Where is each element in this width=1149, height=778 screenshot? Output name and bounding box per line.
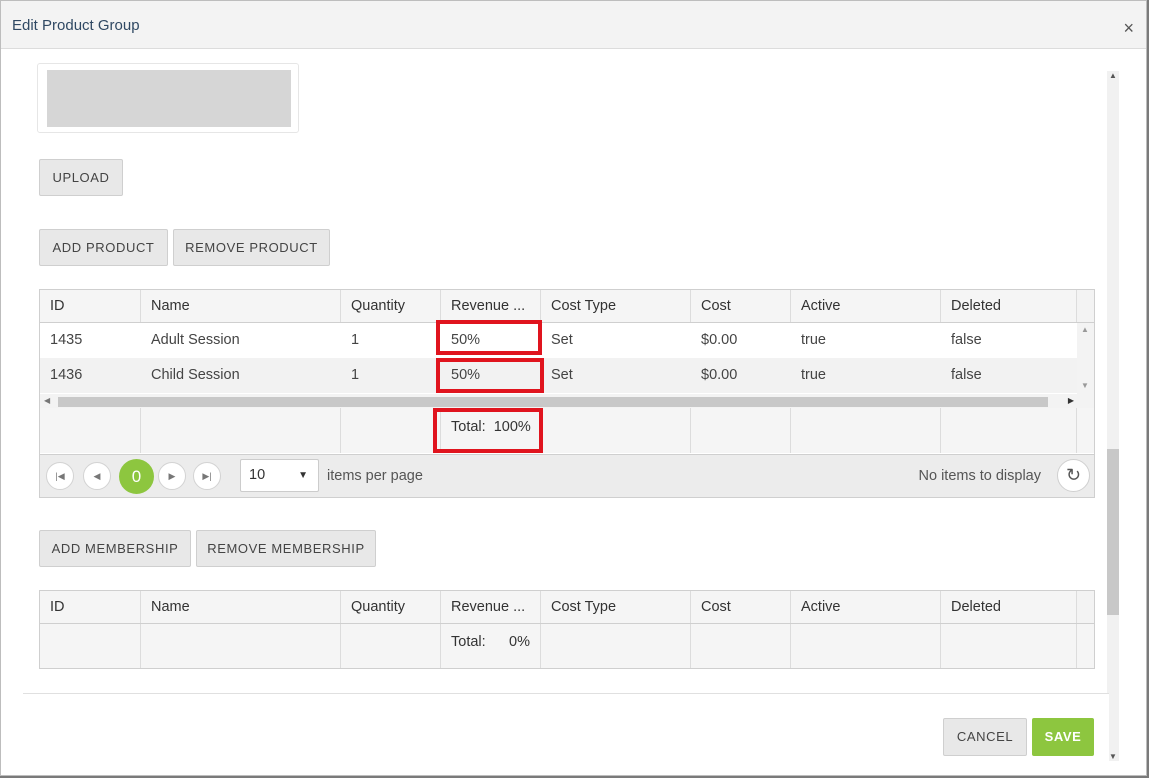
revenue-highlight-box: [436, 358, 544, 393]
items-per-page-label: items per page: [327, 468, 423, 484]
col-header-deleted[interactable]: Deleted: [941, 591, 1077, 623]
col-header-name[interactable]: Name: [141, 591, 341, 623]
horizontal-scroll-thumb[interactable]: [58, 397, 1048, 407]
col-header-name[interactable]: Name: [141, 290, 341, 322]
products-footer-row: Total: 100%: [40, 408, 1094, 453]
first-page-icon[interactable]: |◀: [46, 462, 74, 490]
upload-button[interactable]: UPLOAD: [39, 159, 123, 196]
page-size-select[interactable]: 10 ▼: [240, 459, 319, 492]
col-header-active[interactable]: Active: [791, 591, 941, 623]
memberships-footer-row: Total: 0%: [40, 624, 1094, 668]
footer-cell: [941, 408, 1077, 453]
footer-cell: [40, 408, 141, 453]
col-header-quantity[interactable]: Quantity: [341, 591, 441, 623]
products-pager: |◀ ◀ 0 ▶ ▶| 10 ▼ items per page No items…: [40, 454, 1094, 497]
cell-active: true: [801, 332, 826, 348]
next-page-icon[interactable]: ▶: [158, 462, 186, 490]
total-label: Total:: [451, 634, 486, 650]
col-header-cost-type[interactable]: Cost Type: [541, 591, 691, 623]
cell-name: Child Session: [151, 367, 240, 383]
col-header-active[interactable]: Active: [791, 290, 941, 322]
footer-cell: [691, 408, 791, 453]
total-highlight-box: [433, 408, 543, 453]
image-placeholder: [47, 70, 291, 127]
cell-cost: $0.00: [701, 332, 738, 348]
dialog-title: Edit Product Group: [12, 17, 140, 34]
last-page-icon[interactable]: ▶|: [193, 462, 221, 490]
dialog-scroll-thumb[interactable]: [1107, 449, 1119, 615]
cell-quantity: 1: [351, 332, 360, 348]
footer-cell: [141, 624, 341, 668]
scroll-up-arrow-icon[interactable]: ▲: [1108, 71, 1118, 80]
footer-cell: [541, 624, 691, 668]
header-scroll-gutter: [1077, 591, 1094, 623]
cell-cost-type: Set: [551, 367, 573, 383]
dialog-actions: CANCEL SAVE: [23, 693, 1109, 775]
col-header-quantity[interactable]: Quantity: [341, 290, 441, 322]
horizontal-scrollbar[interactable]: ◀ ▶: [40, 394, 1094, 408]
table-row[interactable]: 1435 Adult Session 1 50% Set $0.00 true …: [40, 323, 1077, 358]
cancel-button[interactable]: CANCEL: [943, 718, 1027, 756]
add-membership-button[interactable]: ADD MEMBERSHIP: [39, 530, 191, 567]
refresh-icon[interactable]: ↻: [1057, 459, 1090, 492]
col-header-cost-type[interactable]: Cost Type: [541, 290, 691, 322]
cell-name: Adult Session: [151, 332, 240, 348]
chevron-down-icon: ▼: [298, 470, 308, 481]
footer-cell: [341, 408, 441, 453]
dialog-titlebar: Edit Product Group ×: [1, 1, 1146, 49]
scroll-right-arrow-icon[interactable]: ▶: [1068, 394, 1074, 408]
pager-status: No items to display: [918, 468, 1042, 484]
table-row[interactable]: 1436 Child Session 1 50% Set $0.00 true …: [40, 358, 1077, 393]
col-header-cost[interactable]: Cost: [691, 290, 791, 322]
footer-cell: [791, 624, 941, 668]
cell-cost-type: Set: [551, 332, 573, 348]
memberships-grid-header: ID Name Quantity Revenue ... Cost Type C…: [40, 591, 1094, 624]
col-header-deleted[interactable]: Deleted: [941, 290, 1077, 322]
cell-active: true: [801, 367, 826, 383]
footer-cell: [541, 408, 691, 453]
current-page-button[interactable]: 0: [119, 459, 154, 494]
remove-membership-button[interactable]: REMOVE MEMBERSHIP: [196, 530, 376, 567]
scroll-down-arrow-icon[interactable]: ▼: [1108, 752, 1118, 761]
scroll-left-arrow-icon[interactable]: ◀: [44, 394, 50, 408]
prev-page-icon[interactable]: ◀: [83, 462, 111, 490]
col-header-cost[interactable]: Cost: [691, 591, 791, 623]
remove-product-button[interactable]: REMOVE PRODUCT: [173, 229, 330, 266]
header-scroll-gutter: [1077, 290, 1094, 322]
footer-cell: [40, 624, 141, 668]
col-header-revenue[interactable]: Revenue ...: [441, 290, 541, 322]
total-value: 0%: [509, 634, 530, 650]
page-size-value: 10: [249, 467, 266, 483]
products-grid-header: ID Name Quantity Revenue ... Cost Type C…: [40, 290, 1094, 323]
image-preview: [37, 63, 299, 133]
cell-id: 1435: [50, 332, 83, 348]
footer-cell: [141, 408, 341, 453]
dialog-vertical-scrollbar[interactable]: ▲ ▼: [1107, 71, 1119, 761]
cell-id: 1436: [50, 367, 83, 383]
dialog-content[interactable]: UPLOAD ADD PRODUCT REMOVE PRODUCT ID Nam…: [1, 49, 1109, 694]
products-grid: ID Name Quantity Revenue ... Cost Type C…: [39, 289, 1095, 498]
cell-cost: $0.00: [701, 367, 738, 383]
col-header-id[interactable]: ID: [40, 290, 141, 322]
cell-deleted: false: [951, 367, 982, 383]
memberships-total-cell: Total: 0%: [441, 624, 541, 668]
edit-product-group-dialog: Edit Product Group × UPLOAD ADD PRODUCT …: [0, 0, 1147, 776]
memberships-grid: ID Name Quantity Revenue ... Cost Type C…: [39, 590, 1095, 669]
col-header-revenue[interactable]: Revenue ...: [441, 591, 541, 623]
scroll-up-arrow-icon[interactable]: ▲: [1081, 325, 1089, 334]
rows-vertical-scrollbar[interactable]: ▲ ▼: [1077, 323, 1094, 394]
footer-cell: [791, 408, 941, 453]
footer-cell: [691, 624, 791, 668]
cell-quantity: 1: [351, 367, 360, 383]
add-product-button[interactable]: ADD PRODUCT: [39, 229, 168, 266]
revenue-highlight-box: [436, 320, 542, 355]
scroll-down-arrow-icon[interactable]: ▼: [1081, 381, 1089, 390]
col-header-id[interactable]: ID: [40, 591, 141, 623]
footer-cell: [341, 624, 441, 668]
cell-deleted: false: [951, 332, 982, 348]
footer-cell: [941, 624, 1077, 668]
save-button[interactable]: SAVE: [1032, 718, 1094, 756]
close-icon[interactable]: ×: [1123, 19, 1134, 37]
